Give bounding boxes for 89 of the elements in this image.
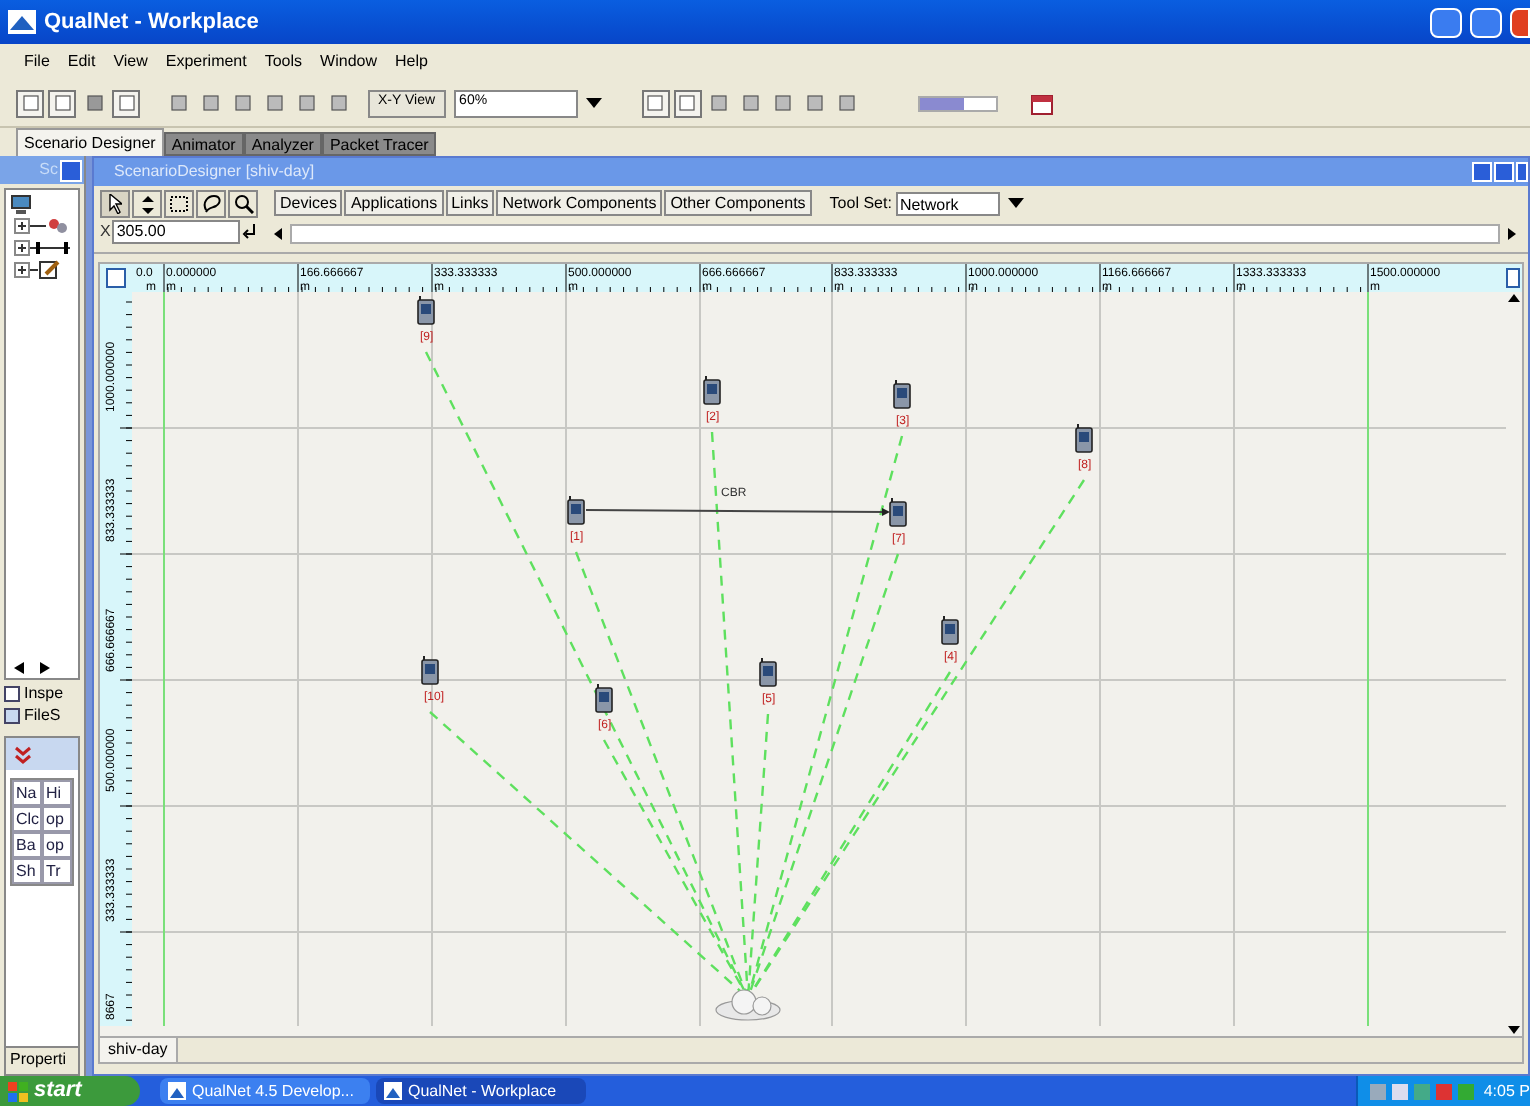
category-tab[interactable]: Devices [274, 190, 343, 216]
phone-icon [567, 495, 585, 525]
taskbar-button[interactable]: QualNet - Workplace [376, 1078, 586, 1104]
tab[interactable]: Scenario Designer [16, 128, 164, 156]
window-title: ScenarioDesigner [shiv-day] [114, 160, 315, 184]
phone-icon [759, 657, 777, 687]
tab[interactable]: Packet Tracer [321, 132, 437, 156]
minimize-button[interactable] [1430, 7, 1462, 37]
close-button[interactable] [1510, 7, 1530, 37]
phone-icon [889, 497, 907, 527]
property-cell: op [42, 806, 72, 832]
taskbar-button[interactable]: QualNet 4.5 Develop... [160, 1078, 370, 1104]
clock: 4:05 P [1483, 1079, 1530, 1103]
phone-icon [703, 375, 721, 405]
maximize-button[interactable] [1470, 7, 1502, 37]
panel-title: Sc [39, 158, 58, 182]
collapse-icon[interactable] [14, 745, 32, 763]
cloud-icon [715, 989, 781, 1021]
folder-icon [4, 708, 20, 724]
phone-icon [421, 655, 439, 685]
category-tab[interactable]: Links [445, 190, 495, 216]
zoom-tool[interactable] [228, 190, 258, 218]
pointer-tool[interactable] [100, 190, 130, 218]
phone-icon [893, 379, 911, 409]
minimize-button[interactable] [1472, 162, 1492, 182]
start-button[interactable]: start [0, 1076, 140, 1106]
progress-bar [917, 95, 998, 111]
category-tab[interactable]: Applications [344, 190, 444, 216]
property-cell: Hi [42, 780, 72, 806]
close-button[interactable] [60, 159, 82, 181]
property-cell: Tr [42, 858, 72, 884]
phone-icon [941, 615, 959, 645]
menu-item[interactable]: Help [395, 50, 428, 74]
property-cell: Clc [12, 806, 42, 832]
rectangle-tool[interactable] [164, 190, 194, 218]
cursor-icon [108, 194, 122, 214]
scroll-left-icon[interactable] [14, 662, 24, 674]
phone-icon [417, 295, 435, 325]
tool-set-select[interactable]: Network [895, 191, 1000, 215]
scroll-right-icon[interactable] [1508, 228, 1516, 240]
scenario-tab[interactable]: shiv-day [100, 1038, 178, 1062]
tab[interactable]: Animator [163, 132, 244, 156]
app-icon [8, 10, 36, 34]
dropdown-icon[interactable] [585, 98, 602, 108]
lasso-tool[interactable] [196, 190, 226, 218]
lasso-icon [201, 194, 221, 214]
inspector-button[interactable]: Inspe [4, 684, 80, 704]
calendar-icon[interactable] [1029, 91, 1054, 115]
panel-tab[interactable]: Properti [6, 1046, 78, 1074]
tool-set-label: Tool Set: [829, 191, 892, 215]
tree-node-icon[interactable] [14, 218, 70, 234]
search-icon [233, 194, 253, 214]
close-button[interactable] [1516, 162, 1528, 182]
enter-icon[interactable] [242, 222, 259, 242]
category-tab[interactable]: Network Components [496, 190, 663, 216]
restore-button[interactable] [1494, 162, 1514, 182]
ruler-corner-button[interactable] [1506, 268, 1520, 288]
app-icon [384, 1082, 402, 1100]
property-cell: op [42, 832, 72, 858]
scroll-right-icon[interactable] [40, 662, 50, 674]
network-icon [10, 194, 34, 216]
property-cell: Na [12, 780, 42, 806]
menu-item[interactable]: Edit [67, 50, 96, 74]
scroll-left-icon[interactable] [274, 228, 282, 240]
tree-node-icon[interactable] [14, 260, 62, 280]
windows-logo-icon [8, 1081, 28, 1101]
inspector-icon [4, 686, 20, 702]
rectangle-icon [170, 196, 188, 212]
window-title: QualNet - Workplace [44, 7, 259, 38]
menu-item[interactable]: Tools [264, 50, 303, 74]
arrows-icon [141, 195, 153, 213]
app-icon [168, 1082, 186, 1100]
coordinate-label: X [100, 220, 111, 244]
menu-item[interactable]: View [113, 50, 148, 74]
dropdown-icon[interactable] [1007, 198, 1024, 208]
file-system-button[interactable]: FileS [4, 706, 80, 726]
ruler-corner-button[interactable] [106, 268, 126, 288]
coordinate-field[interactable]: 305.00 [112, 220, 241, 244]
property-cell: Sh [12, 858, 42, 884]
category-tab[interactable]: Other Components [664, 190, 812, 216]
menu-item[interactable]: Experiment [165, 50, 247, 74]
tab[interactable]: Analyzer [243, 132, 322, 156]
menu-item[interactable]: File [24, 50, 50, 74]
property-cell: Ba [12, 832, 42, 858]
menu-item[interactable]: Window [320, 50, 377, 74]
phone-icon [595, 683, 613, 713]
rotate-tool[interactable] [132, 190, 162, 218]
phone-icon [1075, 423, 1093, 453]
tree-node-icon[interactable] [14, 240, 74, 256]
